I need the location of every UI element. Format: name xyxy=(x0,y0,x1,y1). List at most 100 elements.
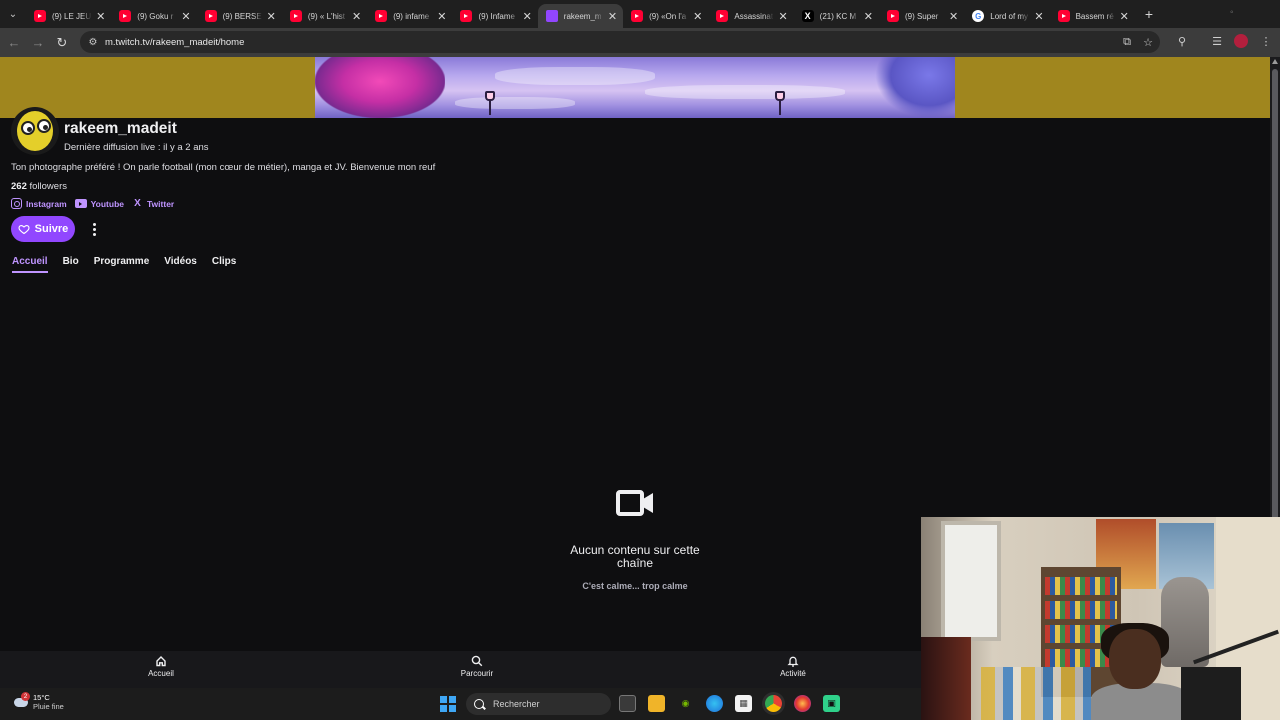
minimize-icon[interactable]: ◦ xyxy=(1230,7,1234,18)
taskbar-search[interactable]: Rechercher xyxy=(466,693,611,715)
tab-list: (9) LE JEU ✕ (9) Goku r ✕ (9) BERSE ✕ (9) «… xyxy=(26,0,1135,28)
youtube-icon xyxy=(74,199,87,208)
social-links: Instagram Youtube X Twitter xyxy=(11,198,174,209)
browser-toolbar: ← → ↻ ⚙ m.twitch.tv/rakeem_madeit/home ⧉… xyxy=(0,28,1280,57)
channel-banner-image xyxy=(315,57,955,118)
banner-cherry-tree xyxy=(315,57,445,118)
followers-label: followers xyxy=(29,181,68,192)
browser-menu-icon[interactable]: ⋮ xyxy=(1258,33,1274,49)
close-tab-icon[interactable]: ✕ xyxy=(523,10,532,23)
tab-videos[interactable]: Vidéos xyxy=(164,256,197,273)
media-control-icon[interactable]: ☰ xyxy=(1209,33,1225,49)
bottom-nav-activity[interactable]: Activité xyxy=(763,655,823,678)
tab-title: Lord of my xyxy=(990,11,1029,21)
url-text[interactable]: m.twitch.tv/rakeem_madeit/home xyxy=(105,37,244,48)
youtube-favicon-icon xyxy=(289,10,302,22)
tab-title: (9) «On l'a xyxy=(649,11,687,21)
back-icon[interactable]: ← xyxy=(2,31,26,55)
weather-widget[interactable]: 2 15°C Pluie fine xyxy=(12,692,64,711)
address-bar[interactable]: ⚙ m.twitch.tv/rakeem_madeit/home ⧉ ☆ xyxy=(80,31,1160,53)
bookmark-star-icon[interactable]: ☆ xyxy=(1141,35,1155,49)
webcam-window xyxy=(941,521,1001,641)
bottom-nav-home[interactable]: Accueil xyxy=(131,655,191,678)
browser-tab[interactable]: (9) Infame ✕ xyxy=(452,4,537,28)
browser-tab[interactable]: G Lord of my ✕ xyxy=(964,4,1049,28)
more-options-icon[interactable] xyxy=(86,220,102,238)
close-tab-icon[interactable]: ✕ xyxy=(608,10,617,23)
tab-bio[interactable]: Bio xyxy=(63,256,79,273)
close-tab-icon[interactable]: ✕ xyxy=(267,10,276,23)
x-icon: X xyxy=(134,198,141,209)
chrome-icon[interactable] xyxy=(765,695,782,712)
browser-tab[interactable]: X (21) KC M ✕ xyxy=(794,4,879,28)
social-link-label: Youtube xyxy=(90,198,124,209)
youtube-favicon-icon xyxy=(204,10,217,22)
reload-icon[interactable]: ↻ xyxy=(50,31,74,55)
file-explorer-icon[interactable] xyxy=(648,695,665,712)
home-icon xyxy=(156,656,166,667)
close-tab-icon[interactable]: ✕ xyxy=(181,10,190,23)
profile-avatar-icon[interactable] xyxy=(1233,33,1249,49)
close-tab-icon[interactable]: ✕ xyxy=(1034,10,1043,23)
windows-taskbar: 2 15°C Pluie fine Rechercher ◉ ▦ ▣ xyxy=(0,688,921,720)
tab-title: (9) LE JEU xyxy=(52,11,92,21)
browser-tab[interactable]: (9) « L'hist ✕ xyxy=(282,4,367,28)
search-icon xyxy=(471,655,483,667)
tab-search-icon[interactable]: ⌄ xyxy=(0,0,26,28)
tab-title: rakeem_m xyxy=(563,11,602,21)
extensions-icon[interactable]: ⚲ xyxy=(1174,33,1190,49)
youtube-favicon-icon xyxy=(460,10,473,22)
close-tab-icon[interactable]: ✕ xyxy=(778,10,787,23)
close-tab-icon[interactable]: ✕ xyxy=(864,10,873,23)
social-link-instagram[interactable]: Instagram xyxy=(11,198,67,209)
channel-avatar[interactable] xyxy=(11,107,59,155)
close-tab-icon[interactable]: ✕ xyxy=(1120,10,1129,23)
close-tab-icon[interactable]: ✕ xyxy=(949,10,958,23)
followers-number: 262 xyxy=(11,181,27,192)
social-link-label: Twitter xyxy=(147,198,175,209)
browser-tab[interactable]: (9) Super ✕ xyxy=(879,4,964,28)
tab-title: (9) Goku r xyxy=(137,11,174,21)
weather-temperature: 15°C xyxy=(33,693,50,702)
browser-tab[interactable]: (9) BERSE ✕ xyxy=(197,4,282,28)
close-tab-icon[interactable]: ✕ xyxy=(437,10,446,23)
task-view-icon[interactable] xyxy=(619,695,636,712)
channel-bio: Ton photographe préféré ! On parle footb… xyxy=(11,162,436,173)
social-link-youtube[interactable]: Youtube xyxy=(74,198,124,209)
browser-tab-active[interactable]: rakeem_m ✕ xyxy=(537,4,624,28)
close-tab-icon[interactable]: ✕ xyxy=(96,10,105,23)
bottom-nav-browse[interactable]: Parcourir xyxy=(447,655,507,678)
empty-state-title: Aucun contenu sur cette chaîne xyxy=(570,543,700,570)
banner-lamp xyxy=(775,91,785,115)
close-tab-icon[interactable]: ✕ xyxy=(693,10,702,23)
tab-home[interactable]: Accueil xyxy=(12,256,48,273)
youtube-favicon-icon xyxy=(119,10,132,22)
browser-tab[interactable]: Assassinat ✕ xyxy=(708,4,793,28)
windows-start-icon[interactable] xyxy=(440,696,456,712)
nvidia-icon[interactable]: ◉ xyxy=(677,695,694,712)
install-app-icon[interactable]: ⧉ xyxy=(1120,35,1134,49)
youtube-favicon-icon xyxy=(631,10,644,22)
browser-tab[interactable]: (9) infame ✕ xyxy=(367,4,452,28)
tab-title: (9) BERSE xyxy=(222,11,262,21)
scroll-up-arrow-icon[interactable] xyxy=(1272,59,1278,64)
firefox-icon[interactable] xyxy=(794,695,811,712)
site-info-icon[interactable]: ⚙ xyxy=(86,35,100,49)
bottom-nav-label: Activité xyxy=(780,669,806,678)
browser-tab[interactable]: (9) LE JEU ✕ xyxy=(26,4,111,28)
social-link-twitter[interactable]: X Twitter xyxy=(132,198,174,209)
forward-icon[interactable]: → xyxy=(26,31,50,55)
browser-tab[interactable]: Bassem ré ✕ xyxy=(1050,4,1135,28)
edge-icon[interactable] xyxy=(706,695,723,712)
new-tab-icon[interactable]: + xyxy=(1145,6,1153,22)
browser-tab[interactable]: (9) Goku r ✕ xyxy=(111,4,196,28)
banner-lamp xyxy=(485,91,495,115)
close-tab-icon[interactable]: ✕ xyxy=(352,10,361,23)
store-icon[interactable]: ▦ xyxy=(735,695,752,712)
follow-button[interactable]: Suivre xyxy=(11,216,75,242)
browser-tab[interactable]: (9) «On l'a ✕ xyxy=(623,4,708,28)
followers-count: 262 followers xyxy=(11,181,67,192)
tab-schedule[interactable]: Programme xyxy=(94,256,150,273)
tab-clips[interactable]: Clips xyxy=(212,256,236,273)
app-icon[interactable]: ▣ xyxy=(823,695,840,712)
